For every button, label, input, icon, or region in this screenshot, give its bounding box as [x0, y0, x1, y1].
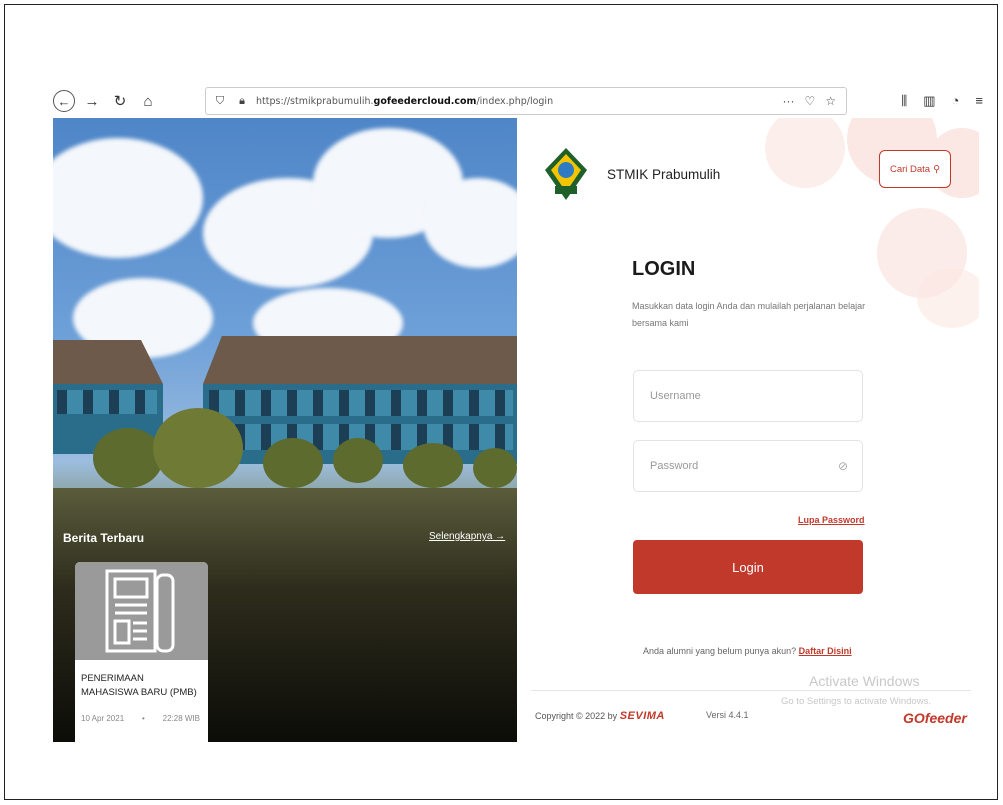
activate-windows-title: Activate Windows — [809, 673, 920, 689]
tree — [403, 443, 463, 488]
forgot-password-link[interactable]: Lupa Password — [798, 515, 865, 525]
login-subtitle: Masukkan data login Anda dan mulailah pe… — [632, 301, 866, 328]
sevima-logo: SEVIMA — [619, 710, 665, 722]
version-text: Versi 4.4.1 — [706, 710, 749, 720]
url-path: /index.php/login — [476, 95, 554, 107]
cloud — [53, 138, 203, 258]
hero-image: Berita Terbaru Selengkapnya → PENERIMAAN… — [53, 118, 517, 742]
page-content: Berita Terbaru Selengkapnya → PENERIMAAN… — [53, 118, 979, 742]
news-card-time: 22:28 WIB — [162, 714, 200, 723]
back-icon[interactable]: ← — [53, 90, 75, 112]
login-heading: LOGIN — [632, 258, 696, 280]
building-roof — [203, 336, 517, 384]
extension-icon[interactable]: ◔ — [952, 93, 960, 109]
forward-icon[interactable]: → — [81, 90, 103, 112]
login-button[interactable]: Login — [633, 540, 863, 594]
tree — [333, 438, 383, 483]
tree — [263, 438, 323, 488]
cloud — [423, 178, 517, 268]
menu-icon[interactable]: ≡ — [975, 93, 983, 109]
newspaper-icon — [105, 569, 175, 653]
screenshot-frame: ← → ↻ ⌂ ⛉ 🔒︎ https://stmikprabumulih.gof… — [4, 4, 998, 800]
decoration — [917, 268, 979, 328]
alumni-prompt: Anda alumni yang belum punya akun? Dafta… — [643, 646, 852, 656]
daftar-link[interactable]: Daftar Disini — [799, 646, 852, 656]
news-card-title: PENERIMAAN MAHASISWA BARU (PMB) — [81, 673, 197, 698]
lock-icon[interactable]: 🔒︎ — [234, 95, 250, 108]
more-actions-icon[interactable]: ··· — [782, 94, 794, 108]
dot-separator: • — [141, 714, 145, 723]
browser-toolbar: ← → ↻ ⌂ ⛉ 🔒︎ https://stmikprabumulih.gof… — [53, 85, 983, 117]
home-icon[interactable]: ⌂ — [137, 90, 159, 112]
username-placeholder: Username — [650, 390, 701, 402]
login-panel: STMIK Prabumulih Cari Data ⚲ LOGIN Masuk… — [517, 118, 979, 742]
shield-icon[interactable]: ⛉ — [212, 95, 228, 108]
search-icon: ⚲ — [933, 163, 941, 175]
footer-divider — [531, 690, 971, 691]
tree — [153, 408, 243, 488]
reload-icon[interactable]: ↻ — [109, 90, 131, 112]
url-domain: gofeedercloud.com — [373, 95, 477, 107]
tree — [93, 428, 163, 488]
password-field[interactable]: Password ⊘ — [633, 440, 863, 492]
pocket-icon[interactable]: ♡ — [804, 94, 815, 108]
cari-data-label: Cari Data — [889, 163, 931, 175]
news-more-link[interactable]: Selengkapnya → — [429, 531, 505, 542]
brand-name: STMIK Prabumulih — [607, 166, 721, 182]
toolbar-right: ⫼ ▥ ◔ ≡ — [901, 93, 983, 109]
eye-slash-icon[interactable]: ⊘ — [838, 459, 848, 473]
stmik-logo — [545, 148, 587, 200]
cari-data-button[interactable]: Cari Data ⚲ — [879, 150, 951, 188]
password-placeholder: Password — [650, 460, 699, 472]
news-card-date: 10 Apr 2021 — [81, 714, 125, 723]
news-card[interactable]: PENERIMAAN MAHASISWA BARU (PMB) 10 Apr 2… — [75, 562, 208, 742]
alumni-text: Anda alumni yang belum punya akun? — [643, 646, 797, 656]
copyright-text: Copyright © 2022 by — [535, 711, 618, 721]
sidebar-icon[interactable]: ▥ — [923, 93, 935, 109]
activate-windows-sub: Go to Settings to activate Windows. — [781, 696, 931, 707]
gofeeder-logo: GOfeeder — [903, 710, 967, 726]
building-windows — [57, 390, 157, 414]
library-icon[interactable]: ⫼ — [901, 93, 907, 109]
tree — [473, 448, 517, 488]
username-field[interactable]: Username — [633, 370, 863, 422]
building-windows — [209, 390, 513, 416]
brand: STMIK Prabumulih — [543, 146, 720, 202]
news-section-title: Berita Terbaru — [63, 531, 145, 545]
address-bar[interactable]: ⛉ 🔒︎ https://stmikprabumulih.gofeederclo… — [205, 87, 847, 115]
url-prefix: https://stmikprabumulih. — [256, 95, 374, 107]
news-card-meta: 10 Apr 2021 • 22:28 WIB — [75, 700, 208, 723]
url-text[interactable]: https://stmikprabumulih.gofeedercloud.co… — [256, 96, 553, 107]
bookmark-star-icon[interactable]: ☆ — [825, 94, 836, 108]
decoration — [765, 118, 845, 188]
copyright: Copyright © 2022 by SEVIMA — [535, 710, 665, 722]
news-thumbnail — [75, 562, 208, 660]
